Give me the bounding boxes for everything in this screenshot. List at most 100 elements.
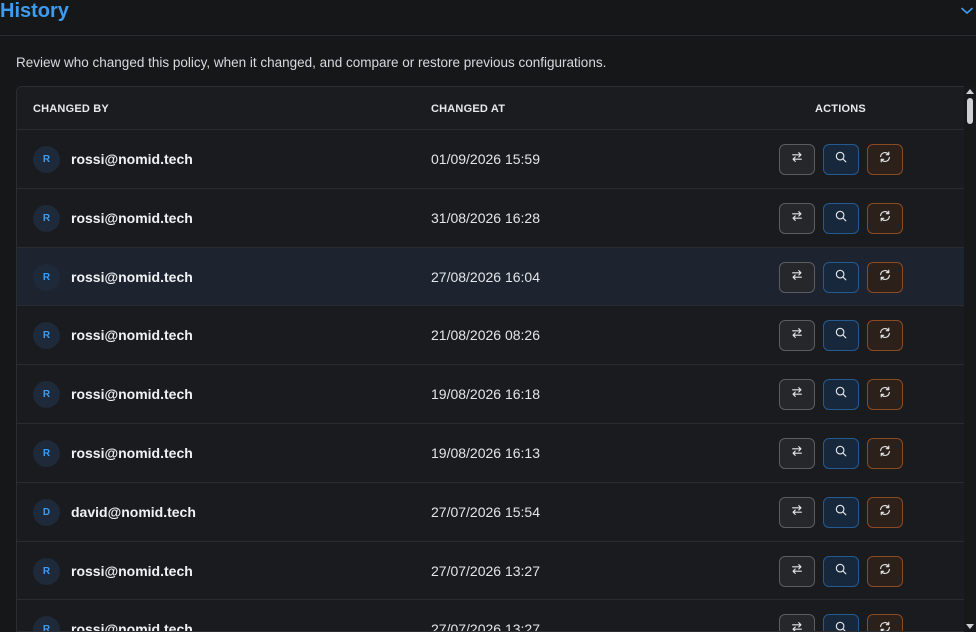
search-icon [834,209,848,228]
arrows-swap-icon [790,150,804,169]
avatar: R [33,557,60,585]
header-actions: ACTIONS [815,103,866,115]
table-row[interactable]: Ddavid@nomid.tech 27/07/2026 15:54 [17,482,965,542]
search-icon [834,503,848,522]
arrows-swap-icon [790,268,804,287]
avatar: R [33,322,60,350]
history-table: CHANGED BY CHANGED AT ACTIONS Rrossi@nom… [16,86,976,632]
changed-by-user: rossi@nomid.tech [71,386,193,403]
changed-at-timestamp: 01/09/2026 15:59 [431,151,540,167]
view-button[interactable] [823,144,859,175]
search-icon [834,268,848,287]
row-actions [779,614,903,631]
restore-button[interactable] [867,555,903,587]
view-button[interactable] [823,496,859,528]
view-button[interactable] [823,437,859,469]
history-section-header[interactable]: History [0,0,976,36]
row-actions [779,202,903,234]
header-changed-at: CHANGED AT [431,103,506,115]
table-header: CHANGED BY CHANGED AT ACTIONS [17,87,975,130]
row-actions [779,496,903,528]
restore-button[interactable] [867,202,903,234]
refresh-icon [878,620,892,631]
changed-by-user: rossi@nomid.tech [71,327,193,344]
search-icon [834,562,848,581]
header-changed-by: CHANGED BY [33,103,109,115]
table-body: Rrossi@nomid.tech 01/09/2026 15:59 Rrossi@… [17,130,965,632]
row-actions [779,320,903,352]
refresh-icon [878,562,892,581]
table-row[interactable]: Rrossi@nomid.tech 19/08/2026 16:13 [17,423,965,483]
arrows-swap-icon [790,326,804,345]
compare-button[interactable] [779,555,815,587]
table-row[interactable]: Rrossi@nomid.tech 19/08/2026 16:18 [17,365,965,424]
refresh-icon [878,503,892,522]
compare-button[interactable] [779,261,815,293]
avatar: R [33,381,60,409]
changed-by-user: rossi@nomid.tech [71,621,193,632]
vertical-scrollbar[interactable] [964,86,976,632]
compare-button[interactable] [779,614,815,631]
compare-button[interactable] [779,144,815,175]
table-row[interactable]: Rrossi@nomid.tech 27/07/2026 13:27 [17,600,965,632]
refresh-icon [878,444,892,463]
table-row[interactable]: Rrossi@nomid.tech 01/09/2026 15:59 [17,130,965,189]
restore-button[interactable] [867,144,903,175]
search-icon [834,620,848,631]
restore-button[interactable] [867,437,903,469]
refresh-icon [878,268,892,287]
compare-button[interactable] [779,437,815,469]
changed-by-user: rossi@nomid.tech [71,562,193,579]
changed-at-timestamp: 27/08/2026 16:04 [431,268,540,285]
avatar: R [33,204,60,232]
chevron-down-icon[interactable] [960,4,974,18]
changed-at-timestamp: 31/08/2026 16:28 [431,209,540,226]
avatar: R [33,439,60,467]
compare-button[interactable] [779,202,815,234]
view-button[interactable] [823,379,859,411]
table-row[interactable]: Rrossi@nomid.tech 21/08/2026 08:26 [17,306,965,366]
section-description: Review who changed this policy, when it … [16,55,607,70]
view-button[interactable] [823,555,859,587]
compare-button[interactable] [779,379,815,411]
table-row[interactable]: Rrossi@nomid.tech 27/08/2026 16:04 [17,247,965,307]
avatar: D [33,498,60,526]
scroll-down-arrow-icon[interactable] [966,624,974,629]
scrollbar-thumb[interactable] [967,98,973,124]
search-icon [834,150,848,169]
view-button[interactable] [823,202,859,234]
table-row[interactable]: Rrossi@nomid.tech 27/07/2026 13:27 [17,541,965,601]
view-button[interactable] [823,320,859,352]
refresh-icon [878,385,892,404]
arrows-swap-icon [790,620,804,631]
restore-button[interactable] [867,320,903,352]
table-row[interactable]: Rrossi@nomid.tech 31/08/2026 16:28 [17,188,965,248]
refresh-icon [878,326,892,345]
section-title: History [0,0,69,22]
avatar: R [33,263,60,291]
restore-button[interactable] [867,379,903,411]
scroll-up-arrow-icon[interactable] [966,89,974,94]
row-actions [779,261,903,293]
arrows-swap-icon [790,503,804,522]
changed-by-user: rossi@nomid.tech [71,444,193,461]
changed-at-timestamp: 19/08/2026 16:18 [431,386,540,403]
changed-at-timestamp: 21/08/2026 08:26 [431,327,540,344]
arrows-swap-icon [790,444,804,463]
changed-at-timestamp: 27/07/2026 13:27 [431,562,540,579]
compare-button[interactable] [779,496,815,528]
changed-at-timestamp: 27/07/2026 13:27 [431,621,540,632]
restore-button[interactable] [867,261,903,293]
restore-button[interactable] [867,614,903,631]
compare-button[interactable] [779,320,815,352]
row-actions [779,379,903,411]
refresh-icon [878,150,892,169]
view-button[interactable] [823,614,859,631]
changed-by-user: rossi@nomid.tech [71,151,193,167]
restore-button[interactable] [867,496,903,528]
search-icon [834,385,848,404]
refresh-icon [878,209,892,228]
search-icon [834,444,848,463]
view-button[interactable] [823,261,859,293]
changed-at-timestamp: 19/08/2026 16:13 [431,444,540,461]
